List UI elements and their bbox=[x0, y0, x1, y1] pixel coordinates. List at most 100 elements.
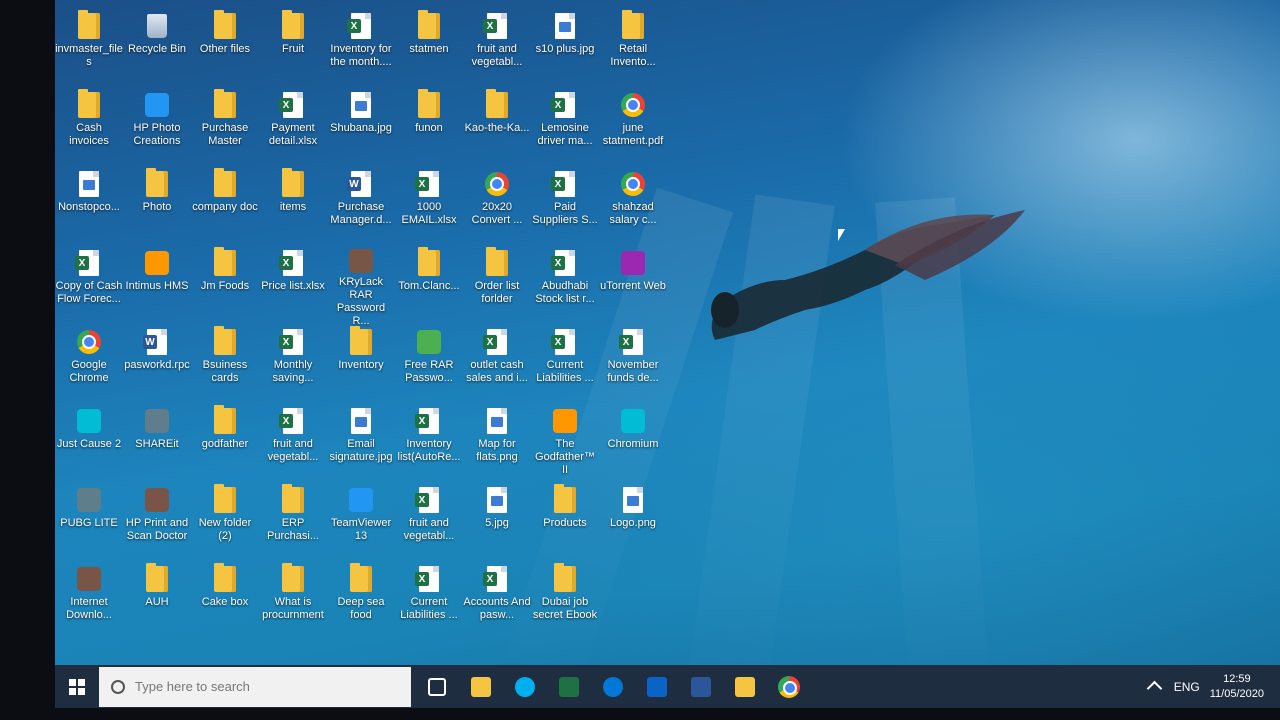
desktop-icon[interactable]: X November funds de... bbox=[599, 324, 667, 403]
taskbar-store-button[interactable] bbox=[459, 665, 503, 708]
desktop-icon[interactable]: Map for flats.png bbox=[463, 403, 531, 482]
folder-icon bbox=[280, 168, 306, 198]
desktop-icon-label: Paid Suppliers S... bbox=[532, 201, 598, 226]
image-file-icon bbox=[552, 12, 578, 40]
desktop-icon[interactable]: Tom.Clanc... bbox=[395, 245, 463, 324]
desktop-icon[interactable]: X Paid Suppliers S... bbox=[531, 166, 599, 245]
desktop-icon[interactable]: X Monthly saving... bbox=[259, 324, 327, 403]
desktop-icon[interactable]: What is procurnment bbox=[259, 561, 327, 640]
desktop-icon[interactable]: AUH bbox=[123, 561, 191, 640]
desktop-icon[interactable]: X Inventory list(AutoRe... bbox=[395, 403, 463, 482]
desktop-icon[interactable]: 20x20 Convert ... bbox=[463, 166, 531, 245]
desktop-icon[interactable]: PUBG LITE bbox=[55, 482, 123, 561]
desktop-icon[interactable]: Purchase Master bbox=[191, 87, 259, 166]
taskbar-task-view-button[interactable] bbox=[415, 665, 459, 708]
taskbar-word-button[interactable] bbox=[679, 665, 723, 708]
desktop-icon-grid: invmaster_files Recycle Bin Other files Fru… bbox=[55, 8, 667, 640]
taskbar-skype-button[interactable] bbox=[503, 665, 547, 708]
desktop-icon[interactable]: Google Chrome bbox=[55, 324, 123, 403]
desktop-icon[interactable]: Bsuiness cards bbox=[191, 324, 259, 403]
desktop-icon-label: PUBG LITE bbox=[60, 517, 118, 529]
desktop-icon[interactable]: Intimus HMS bbox=[123, 245, 191, 324]
desktop-icon[interactable]: Photo bbox=[123, 166, 191, 245]
start-button[interactable] bbox=[55, 665, 99, 708]
app-icon bbox=[76, 486, 102, 514]
desktop-icon[interactable]: company doc bbox=[191, 166, 259, 245]
desktop-icon[interactable]: Order list forlder bbox=[463, 245, 531, 324]
taskbar-file-explorer-button[interactable] bbox=[723, 665, 767, 708]
desktop-icon[interactable]: Retail Invento... bbox=[599, 8, 667, 87]
desktop-icon[interactable]: funon bbox=[395, 87, 463, 166]
desktop-icon[interactable]: Kao-the-Ka... bbox=[463, 87, 531, 166]
desktop-icon[interactable]: Inventory bbox=[327, 324, 395, 403]
desktop-icon[interactable]: uTorrent Web bbox=[599, 245, 667, 324]
desktop-icon[interactable]: X Price list.xlsx bbox=[259, 245, 327, 324]
language-indicator[interactable]: ENG bbox=[1174, 680, 1200, 694]
show-hidden-icons-chevron-icon[interactable] bbox=[1146, 680, 1163, 697]
desktop-icon[interactable]: X Payment detail.xlsx bbox=[259, 87, 327, 166]
desktop-icon-label: Monthly saving... bbox=[272, 359, 314, 384]
desktop-icon[interactable]: HP Photo Creations bbox=[123, 87, 191, 166]
desktop-icon[interactable]: New folder (2) bbox=[191, 482, 259, 561]
desktop-icon[interactable]: Xfruit and vegetabl... bbox=[395, 482, 463, 561]
taskbar-excel-button[interactable] bbox=[547, 665, 591, 708]
desktop-icon[interactable]: items bbox=[259, 166, 327, 245]
clock[interactable]: 12:59 11/05/2020 bbox=[1210, 672, 1264, 702]
desktop-icon[interactable]: X Current Liabilities ... bbox=[531, 324, 599, 403]
desktop-icon[interactable]: invmaster_files bbox=[55, 8, 123, 87]
desktop-icon[interactable]: X Abudhabi Stock list r... bbox=[531, 245, 599, 324]
desktop-icon[interactable]: X Lemosine driver ma... bbox=[531, 87, 599, 166]
desktop-icon[interactable]: X Copy of Cash Flow Forec... bbox=[55, 245, 123, 324]
desktop-icon[interactable]: Xfruit and vegetabl... bbox=[463, 8, 531, 87]
app-icon bbox=[620, 407, 646, 435]
desktop-icon[interactable]: june statment.pdf bbox=[599, 87, 667, 166]
desktop-icon[interactable]: Email signature.jpg bbox=[327, 403, 395, 482]
desktop-icon[interactable]: Shubana.jpg bbox=[327, 87, 395, 166]
desktop-icon[interactable]: Logo.png bbox=[599, 482, 667, 561]
desktop-icon[interactable]: Just Cause 2 bbox=[55, 403, 123, 482]
desktop-icon[interactable]: Recycle Bin bbox=[123, 8, 191, 87]
desktop-icon[interactable]: Fruit bbox=[259, 8, 327, 87]
desktop-icon[interactable]: X 1000 EMAIL.xlsx bbox=[395, 166, 463, 245]
taskbar-search-box[interactable]: Type here to search bbox=[99, 666, 411, 707]
chrome-icon bbox=[778, 675, 800, 698]
desktop-icon[interactable]: Xoutlet cash sales and i... bbox=[463, 324, 531, 403]
desktop-icon[interactable]: s10 plus.jpg bbox=[531, 8, 599, 87]
desktop-icon[interactable]: TeamViewer 13 bbox=[327, 482, 395, 561]
desktop-icon[interactable]: KRyLack RAR Password R... bbox=[327, 245, 395, 327]
desktop-icon[interactable]: W Purchase Manager.d... bbox=[327, 166, 395, 245]
system-tray: ENG 12:59 11/05/2020 bbox=[1146, 665, 1280, 708]
desktop-icon[interactable]: Deep sea food bbox=[327, 561, 395, 640]
desktop-icon[interactable]: Chromium bbox=[599, 403, 667, 482]
desktop-icon[interactable]: X Current Liabilities ... bbox=[395, 561, 463, 640]
desktop-icon[interactable]: Cake box bbox=[191, 561, 259, 640]
desktop-icon[interactable]: Xfruit and vegetabl... bbox=[259, 403, 327, 482]
desktop-icon[interactable]: Products bbox=[531, 482, 599, 561]
taskbar-chrome-button[interactable] bbox=[767, 665, 811, 708]
desktop-icon[interactable]: Other files bbox=[191, 8, 259, 87]
desktop-icon[interactable]: godfather bbox=[191, 403, 259, 482]
desktop-icon[interactable]: Dubai job secret Ebook bbox=[531, 561, 599, 640]
desktop-icon[interactable]: statmen bbox=[395, 8, 463, 87]
desktop-icon[interactable]: Internet Downlo... bbox=[55, 561, 123, 640]
desktop-icon[interactable]: Cash invoices bbox=[55, 87, 123, 166]
desktop-icon[interactable]: 5.jpg bbox=[463, 482, 531, 561]
desktop-icon[interactable]: SHAREit bbox=[123, 403, 191, 482]
desktop-icon[interactable]: X Accounts And pasw... bbox=[463, 561, 531, 640]
desktop-icon[interactable]: Nonstopco... bbox=[55, 166, 123, 245]
desktop-icon[interactable]: HP Print and Scan Doctor bbox=[123, 482, 191, 561]
desktop-icon[interactable]: ERP Purchasi... bbox=[259, 482, 327, 561]
desktop-icon-label: Intimus HMS bbox=[125, 280, 189, 292]
taskbar-edge-button[interactable] bbox=[591, 665, 635, 708]
desktop-icon-label: s10 plus.jpg bbox=[535, 43, 595, 55]
desktop-icon-label: 1000 EMAIL.xlsx bbox=[401, 201, 457, 226]
desktop-icon[interactable]: The Godfather™ II bbox=[531, 403, 599, 482]
folder-icon bbox=[144, 168, 170, 198]
taskbar-outlook-button[interactable] bbox=[635, 665, 679, 708]
desktop-icon[interactable]: shahzad salary c... bbox=[599, 166, 667, 245]
desktop-icon[interactable]: Jm Foods bbox=[191, 245, 259, 324]
desktop-icon[interactable]: Free RAR Passwo... bbox=[395, 324, 463, 403]
desktop-icon-label: Chromium bbox=[607, 438, 659, 450]
desktop-icon[interactable]: X Inventory for the month.... bbox=[327, 8, 395, 87]
desktop-icon[interactable]: Wpasworkd.rpc bbox=[123, 324, 191, 403]
